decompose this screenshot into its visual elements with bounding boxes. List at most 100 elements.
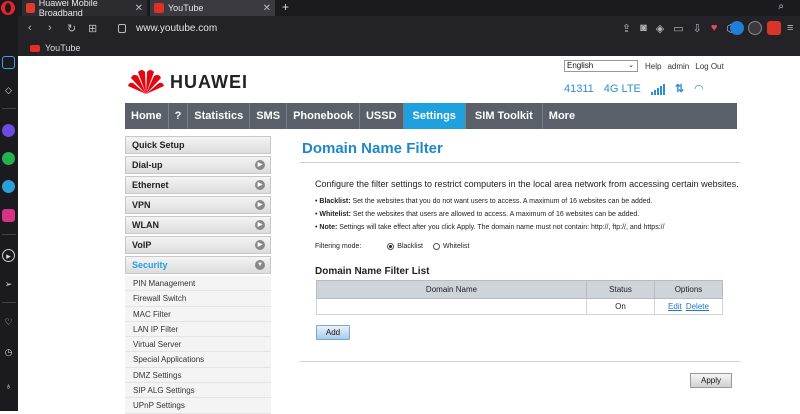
brand-name: HUAWEI <box>170 72 248 92</box>
menu-mac-filter[interactable]: MAC Filter <box>125 306 271 322</box>
nav-statistics[interactable]: Statistics <box>188 103 251 129</box>
lightbulb-icon[interactable]: ♁ <box>2 380 15 393</box>
history-icon[interactable]: ◷ <box>2 346 15 359</box>
heart-icon[interactable]: ♥ <box>711 22 718 35</box>
reload-icon[interactable]: ↻ <box>67 22 76 35</box>
new-tab-button[interactable]: + <box>282 0 289 14</box>
network-type: 4G LTE <box>603 82 641 95</box>
address-actions: ⇪ ◙ ◈ ▭ ⇩ ♥ ⬡ <box>622 22 736 35</box>
heart-icon[interactable]: ♡ <box>2 316 15 329</box>
send-icon[interactable]: ➢ <box>2 278 15 291</box>
connection-status: 41311 4G LTE ⇅ ◠ <box>564 82 704 96</box>
opera-logo-icon[interactable] <box>1 1 15 15</box>
menu-label: Quick Setup <box>132 140 185 150</box>
page-title: Domain Name Filter <box>302 140 443 157</box>
operator-code: 41311 <box>564 82 594 95</box>
nav-settings[interactable]: Settings <box>403 103 466 129</box>
diamond-icon[interactable]: ◇ <box>2 84 15 97</box>
camera-icon[interactable]: ◙ <box>640 22 647 35</box>
signal-bars-icon <box>650 83 665 95</box>
list-title: Domain Name Filter List <box>315 266 430 277</box>
menu-sip-alg-settings[interactable]: SIP ALG Settings <box>125 383 271 399</box>
menu-upnp-settings[interactable]: UPnP Settings <box>125 398 271 414</box>
extension-blue-icon[interactable] <box>730 21 744 35</box>
help-link[interactable]: Help <box>645 62 661 71</box>
tab-strip: Huawei Mobile Broadband ✕ YouTube ✕ + ⌕ <box>0 0 800 18</box>
logout-link[interactable]: Log Out <box>695 62 723 71</box>
nav-more[interactable]: More <box>543 103 581 129</box>
menu-dmz-settings[interactable]: DMZ Settings <box>125 367 271 384</box>
apply-button[interactable]: Apply <box>690 373 732 388</box>
whatsapp-icon[interactable] <box>2 152 15 165</box>
extension-gray-icon[interactable] <box>748 21 762 35</box>
menu-quick-setup[interactable]: Quick Setup <box>125 136 271 154</box>
nav-ussd[interactable]: USSD <box>360 103 404 129</box>
bookmarks-bar: YouTube <box>0 42 800 56</box>
video-icon[interactable]: ▭ <box>673 22 683 35</box>
col-domain-name: Domain Name <box>316 280 587 299</box>
url-field[interactable]: www.youtube.com <box>136 23 217 34</box>
youtube-icon <box>30 44 40 52</box>
instagram-icon[interactable] <box>2 209 15 222</box>
table-row: On Edit Delete <box>316 298 723 315</box>
tabs-grid-icon[interactable]: ⊞ <box>88 22 97 35</box>
menu-vpn[interactable]: VPN ▶ <box>125 196 271 214</box>
menu-lan-ip-filter[interactable]: LAN IP Filter <box>125 321 271 338</box>
menu-pin-management[interactable]: PIN Management <box>125 276 271 292</box>
menu-wlan[interactable]: WLAN ▶ <box>125 216 271 234</box>
main-nav: Home ? Statistics SMS Phonebook USSD Set… <box>125 103 737 129</box>
title-divider <box>300 162 740 163</box>
top-links: Help admin Log Out <box>645 62 724 71</box>
shield-icon[interactable]: ◈ <box>656 22 664 35</box>
router-page: HUAWEI English ⌄ Help admin Log Out 4131… <box>18 56 800 414</box>
telegram-icon[interactable] <box>2 180 15 193</box>
nav-help[interactable]: ? <box>169 103 189 129</box>
nav-home[interactable]: Home <box>125 103 169 129</box>
download-icon[interactable]: ⇩ <box>693 22 702 35</box>
nav-sms[interactable]: SMS <box>250 103 288 129</box>
menu-dial-up[interactable]: Dial-up ▶ <box>125 156 271 174</box>
chevron-right-icon: ▶ <box>255 200 265 210</box>
forward-icon[interactable]: › <box>48 22 52 34</box>
nav-sim-toolkit[interactable]: SIM Toolkit <box>466 103 543 129</box>
wifi-icon: ◠ <box>694 83 704 95</box>
radio-whitelist[interactable] <box>432 243 440 250</box>
bullet-note: • Note: Settings will take effect after … <box>315 224 665 231</box>
menu-firewall-switch[interactable]: Firewall Switch <box>125 291 271 307</box>
huawei-favicon-icon <box>26 3 35 13</box>
back-icon[interactable]: ‹ <box>28 22 32 34</box>
radio-blacklist[interactable] <box>387 243 395 250</box>
home-icon[interactable] <box>2 56 15 69</box>
messenger-icon[interactable] <box>2 124 15 137</box>
col-options: Options <box>654 280 723 299</box>
menu-label: Ethernet <box>132 180 169 190</box>
address-bar: ‹ › ↻ ⊞ www.youtube.com ⇪ ◙ ◈ ▭ ⇩ ♥ ⬡ ≡ <box>0 16 800 42</box>
radio-whitelist-label: Whitelist <box>442 243 470 250</box>
delete-link[interactable]: Delete <box>686 302 709 311</box>
player-icon[interactable]: ▸ <box>2 249 15 262</box>
menu-label: Dial-up <box>132 160 163 170</box>
menu-icon[interactable]: ≡ <box>787 22 793 34</box>
tab-title: YouTube <box>168 3 204 13</box>
chevron-right-icon: ▶ <box>255 160 265 170</box>
tab-huawei[interactable]: Huawei Mobile Broadband ✕ <box>22 0 147 18</box>
menu-label: VoIP <box>132 240 152 250</box>
bookmark-youtube[interactable]: YouTube <box>30 43 80 53</box>
share-icon[interactable]: ⇪ <box>622 22 631 35</box>
close-icon[interactable]: ✕ <box>263 3 271 14</box>
menu-security[interactable]: Security ▼ <box>125 256 271 274</box>
add-button[interactable]: Add <box>316 325 350 340</box>
extension-red-icon[interactable] <box>767 21 781 35</box>
menu-virtual-server[interactable]: Virtual Server <box>125 337 271 353</box>
menu-label: WLAN <box>132 220 159 230</box>
language-select[interactable]: English ⌄ <box>564 60 638 72</box>
bullet-whitelist: • Whitelist: Set the websites that users… <box>315 211 640 218</box>
menu-ethernet[interactable]: Ethernet ▶ <box>125 176 271 194</box>
nav-phonebook[interactable]: Phonebook <box>287 103 360 129</box>
menu-special-applications[interactable]: Special Applications <box>125 352 271 368</box>
tab-youtube[interactable]: YouTube ✕ <box>150 0 275 16</box>
edit-link[interactable]: Edit <box>668 302 682 311</box>
search-tabs-icon[interactable]: ⌕ <box>778 1 784 12</box>
menu-voip[interactable]: VoIP ▶ <box>125 236 271 254</box>
close-icon[interactable]: ✕ <box>135 3 143 14</box>
